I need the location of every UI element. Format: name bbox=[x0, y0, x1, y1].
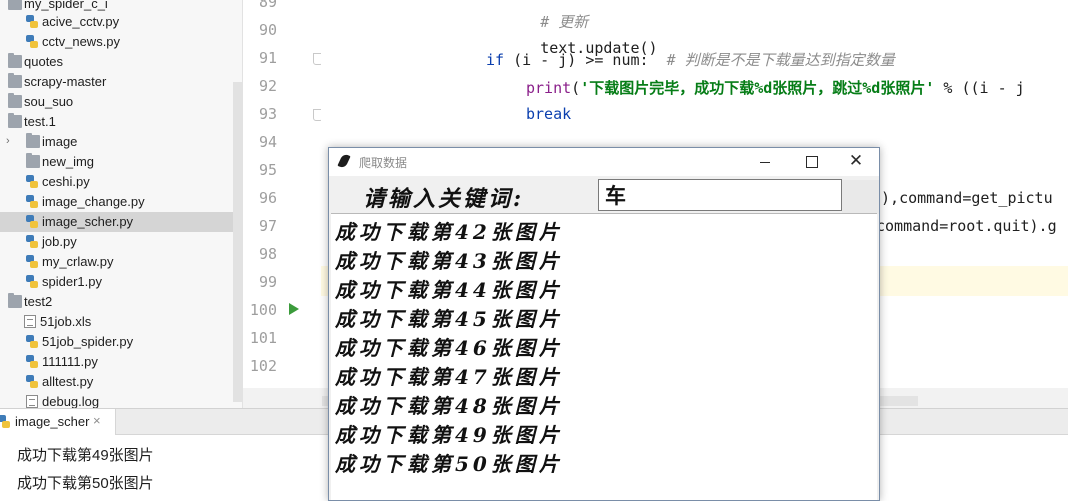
minimize-button[interactable] bbox=[742, 148, 788, 176]
line-number: 101 bbox=[249, 329, 277, 347]
python-file-icon bbox=[26, 15, 38, 28]
code-line-91: if (i - j) >= num: # 判断是不是下载量达到指定数量 bbox=[486, 51, 895, 69]
python-file-icon bbox=[26, 195, 38, 208]
dialog-body: 请输入关键词: 成功下载第42张图片 成功下载第43张图片 成功下载第44张图片… bbox=[329, 176, 879, 500]
tree-item-scrapy-master[interactable]: scrapy-master bbox=[0, 72, 242, 92]
log-line: 成功下载第45张图片 bbox=[335, 307, 563, 331]
log-line: 成功下载第50张图片 bbox=[335, 452, 563, 476]
line-number: 91 bbox=[258, 49, 277, 67]
tree-item-image-scher[interactable]: image_scher.py bbox=[0, 212, 242, 232]
spreadsheet-file-icon bbox=[24, 315, 36, 328]
keyword-row-strip bbox=[842, 180, 879, 214]
ide-window: my_spider_c_i acive_cctv.py cctv_news.py… bbox=[0, 0, 1068, 501]
tree-item-111111[interactable]: 111111.py bbox=[0, 352, 242, 372]
close-tab-icon[interactable]: × bbox=[93, 413, 101, 428]
tree-item-ceshi[interactable]: ceshi.py bbox=[0, 172, 242, 192]
log-line: 成功下载第47张图片 bbox=[335, 365, 563, 389]
code-line-96-tail: 5),command=get_pictu bbox=[872, 189, 1053, 207]
tree-item-test1[interactable]: test.1 bbox=[0, 112, 242, 132]
project-tree: my_spider_c_i acive_cctv.py cctv_news.py… bbox=[0, 0, 243, 409]
folder-icon bbox=[8, 53, 22, 68]
line-number: 98 bbox=[258, 245, 277, 263]
line-number: 92 bbox=[258, 77, 277, 95]
tree-item-51job-xls[interactable]: 51job.xls bbox=[0, 312, 242, 332]
python-file-icon bbox=[26, 35, 38, 48]
code-line-97-tail: command=root.quit).g bbox=[876, 217, 1057, 235]
dialog-title: 爬取数据 bbox=[359, 156, 408, 170]
tree-item-cctv-news[interactable]: cctv_news.py bbox=[0, 32, 242, 52]
code-line-93: break bbox=[526, 105, 572, 123]
line-number: 90 bbox=[258, 21, 277, 39]
tree-item-debug-log[interactable]: debug.log bbox=[0, 392, 242, 409]
folder-icon bbox=[26, 153, 40, 168]
python-file-icon bbox=[26, 175, 38, 188]
tree-item-job[interactable]: job.py bbox=[0, 232, 242, 252]
line-number: 94 bbox=[258, 133, 277, 151]
tree-item-new-img[interactable]: new_img bbox=[0, 152, 242, 172]
keyword-label: 请输入关键词: bbox=[363, 186, 525, 212]
tree-item-alltest[interactable]: alltest.py bbox=[0, 372, 242, 392]
chevron-right-icon[interactable]: › bbox=[6, 135, 10, 147]
folder-icon bbox=[8, 113, 22, 128]
line-number: 99 bbox=[258, 273, 277, 291]
tree-item-51job-spider[interactable]: 51job_spider.py bbox=[0, 332, 242, 352]
python-run-icon bbox=[0, 415, 10, 428]
tree-item-quotes[interactable]: quotes bbox=[0, 52, 242, 72]
python-file-icon bbox=[26, 335, 38, 348]
keyword-input[interactable] bbox=[598, 179, 842, 211]
feather-icon bbox=[337, 152, 351, 170]
tree-item-sou-suo[interactable]: sou_suo bbox=[0, 92, 242, 112]
line-number: 96 bbox=[258, 189, 277, 207]
line-number: 97 bbox=[258, 217, 277, 235]
line-number: 102 bbox=[249, 357, 277, 375]
console-line: 成功下载第49张图片 bbox=[17, 447, 154, 464]
code-line-92: print('下载图片完毕，成功下载%d张照片，跳过%d张照片' % ((i -… bbox=[526, 79, 1025, 97]
editor-gutter: 89 90 91 92 93 94 95 96 97 98 99 100 101… bbox=[243, 0, 323, 388]
tree-item-image-change[interactable]: image_change.py bbox=[0, 192, 242, 212]
line-number: 93 bbox=[258, 105, 277, 123]
tree-item-image[interactable]: › image bbox=[0, 132, 242, 152]
log-line: 成功下载第42张图片 bbox=[335, 220, 563, 244]
tree-item-test2[interactable]: test2 bbox=[0, 292, 242, 312]
log-line: 成功下载第49张图片 bbox=[335, 423, 563, 447]
keyword-row: 请输入关键词: bbox=[329, 178, 879, 214]
run-gutter-icon[interactable] bbox=[289, 303, 299, 315]
python-file-icon bbox=[26, 235, 38, 248]
tree-scrollbar[interactable] bbox=[233, 82, 242, 402]
folder-icon bbox=[8, 73, 22, 88]
tab-image-scher[interactable]: image_scher × bbox=[0, 409, 116, 435]
python-file-icon bbox=[26, 255, 38, 268]
scraper-dialog: 爬取数据 ✕ 请输入关键词: 成功下载第42张图片 成功下载第43张图片 成功下… bbox=[328, 147, 880, 501]
tree-item-my-crlaw[interactable]: my_crlaw.py bbox=[0, 252, 242, 272]
log-file-icon bbox=[26, 395, 38, 408]
log-line: 成功下载第46张图片 bbox=[335, 336, 563, 360]
folder-icon bbox=[8, 93, 22, 108]
dialog-titlebar[interactable]: 爬取数据 ✕ bbox=[329, 148, 879, 176]
download-log[interactable]: 成功下载第42张图片 成功下载第43张图片 成功下载第44张图片 成功下载第45… bbox=[331, 213, 877, 500]
maximize-button[interactable] bbox=[788, 148, 834, 176]
line-number: 100 bbox=[249, 301, 277, 319]
line-number: 89 bbox=[258, 0, 277, 11]
close-button[interactable]: ✕ bbox=[833, 148, 879, 176]
python-file-icon bbox=[26, 215, 38, 228]
tree-item-acive-cctv[interactable]: acive_cctv.py bbox=[0, 12, 242, 32]
tree-item-spider1[interactable]: spider1.py bbox=[0, 272, 242, 292]
line-number: 95 bbox=[258, 161, 277, 179]
folder-icon bbox=[26, 133, 40, 148]
console-line: 成功下载第50张图片 bbox=[17, 475, 154, 492]
folder-icon bbox=[8, 0, 22, 10]
log-line: 成功下载第44张图片 bbox=[335, 278, 563, 302]
python-file-icon bbox=[26, 355, 38, 368]
log-line: 成功下载第48张图片 bbox=[335, 394, 563, 418]
log-line: 成功下载第43张图片 bbox=[335, 249, 563, 273]
folder-icon bbox=[8, 293, 22, 308]
python-file-icon bbox=[26, 275, 38, 288]
python-file-icon bbox=[26, 375, 38, 388]
